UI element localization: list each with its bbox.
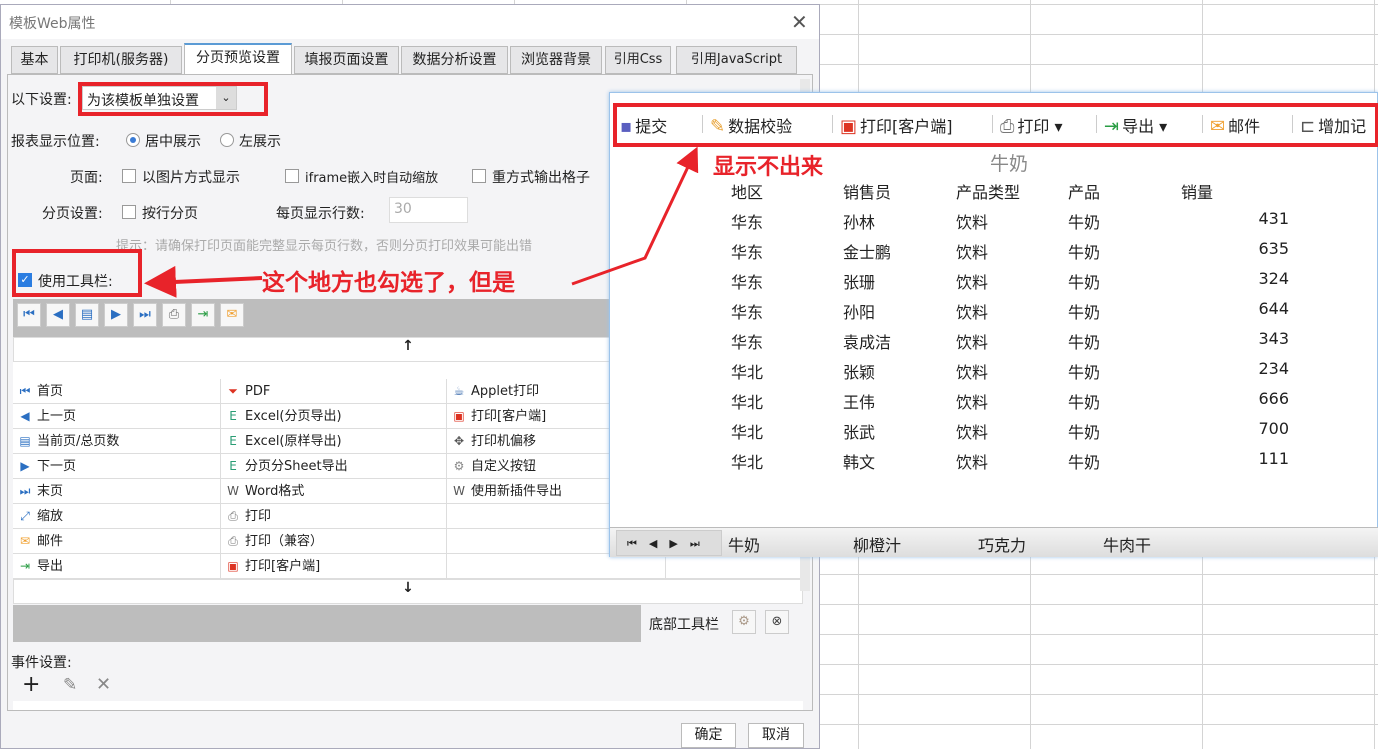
arrow-to-checkbox xyxy=(144,265,263,298)
arrow-to-toolbar xyxy=(571,146,699,286)
annotation-arrows xyxy=(144,146,699,298)
